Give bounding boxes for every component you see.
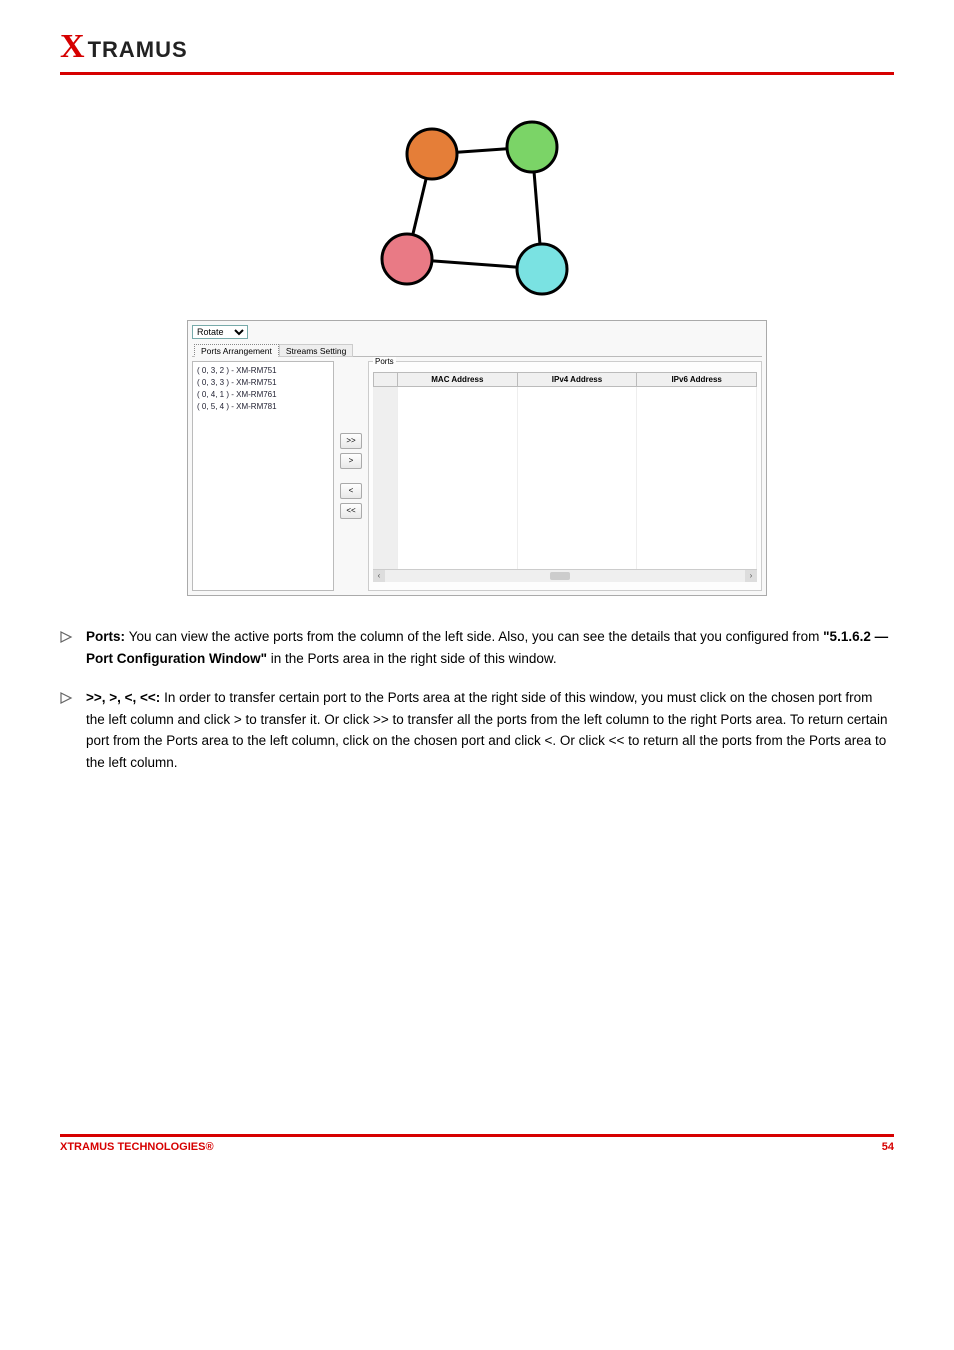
footer-reg: ®: [205, 1141, 213, 1153]
list-item[interactable]: ( 0, 3, 2 ) - XM-RM751: [197, 365, 329, 377]
col-ipv4: IPv4 Address: [517, 373, 637, 387]
footer-page-number: 54: [882, 1141, 894, 1153]
list-item[interactable]: ( 0, 4, 1 ) - XM-RM761: [197, 389, 329, 401]
col-blank: [374, 373, 398, 387]
node-orange: [407, 129, 457, 179]
bullet-ports-text1: You can view the active ports from the c…: [129, 629, 823, 644]
rotate-graph-svg: [372, 99, 582, 304]
ports-group-label: Ports: [373, 357, 396, 366]
scroll-thumb[interactable]: [550, 572, 570, 580]
bullet-icon: [60, 689, 78, 711]
footer-company: XTRAMUS TECHNOLOGIES: [60, 1141, 205, 1153]
footer-rule: [60, 1134, 894, 1137]
scroll-right-icon[interactable]: ›: [745, 570, 757, 582]
node-green: [507, 122, 557, 172]
inner-app-screenshot: Rotate Ports ArrangementStreams Setting …: [187, 320, 767, 596]
tab-ports-arrangement[interactable]: Ports Arrangement: [194, 344, 279, 357]
horizontal-scrollbar[interactable]: ‹ ›: [373, 569, 757, 582]
bullet-transfer-title: >>, >, <, <<:: [86, 690, 164, 705]
tab-streams-setting[interactable]: Streams Setting: [279, 344, 353, 357]
bullet-icon: [60, 628, 78, 650]
header-rule: [60, 72, 894, 75]
move-left-button[interactable]: <: [340, 483, 362, 499]
description-list: Ports: You can view the active ports fro…: [60, 626, 894, 774]
col-ipv6: IPv6 Address: [637, 373, 757, 387]
available-ports-list[interactable]: ( 0, 3, 2 ) - XM-RM751 ( 0, 3, 3 ) - XM-…: [192, 361, 334, 591]
bullet-ports: Ports: You can view the active ports fro…: [60, 626, 894, 669]
ports-table: MAC Address IPv4 Address IPv6 Address: [373, 372, 757, 569]
list-item[interactable]: ( 0, 5, 4 ) - XM-RM781: [197, 401, 329, 413]
ports-group: Ports MAC Address IPv4 Address IP: [368, 361, 762, 591]
topology-diagram: [60, 99, 894, 304]
list-item[interactable]: ( 0, 3, 3 ) - XM-RM751: [197, 377, 329, 389]
transfer-buttons: >> > < <<: [340, 361, 362, 591]
bullet-ports-title: Ports:: [86, 629, 129, 644]
logo-rest: TRAMUS: [88, 37, 188, 63]
rotate-dropdown[interactable]: Rotate: [192, 325, 248, 339]
bullet-transfer: >>, >, <, <<: In order to transfer certa…: [60, 687, 894, 773]
brand-logo: X TRAMUS: [60, 28, 894, 66]
node-cyan: [517, 244, 567, 294]
col-mac: MAC Address: [398, 373, 518, 387]
move-all-right-button[interactable]: >>: [340, 433, 362, 449]
bullet-transfer-text: In order to transfer certain port to the…: [86, 690, 887, 770]
node-pink: [382, 234, 432, 284]
move-all-left-button[interactable]: <<: [340, 503, 362, 519]
move-right-button[interactable]: >: [340, 453, 362, 469]
logo-x: X: [60, 28, 86, 66]
bullet-ports-text2: in the Ports area in the right side of t…: [267, 651, 557, 666]
scroll-left-icon[interactable]: ‹: [373, 570, 385, 582]
page-footer: XTRAMUS TECHNOLOGIES® 54: [60, 1141, 894, 1153]
